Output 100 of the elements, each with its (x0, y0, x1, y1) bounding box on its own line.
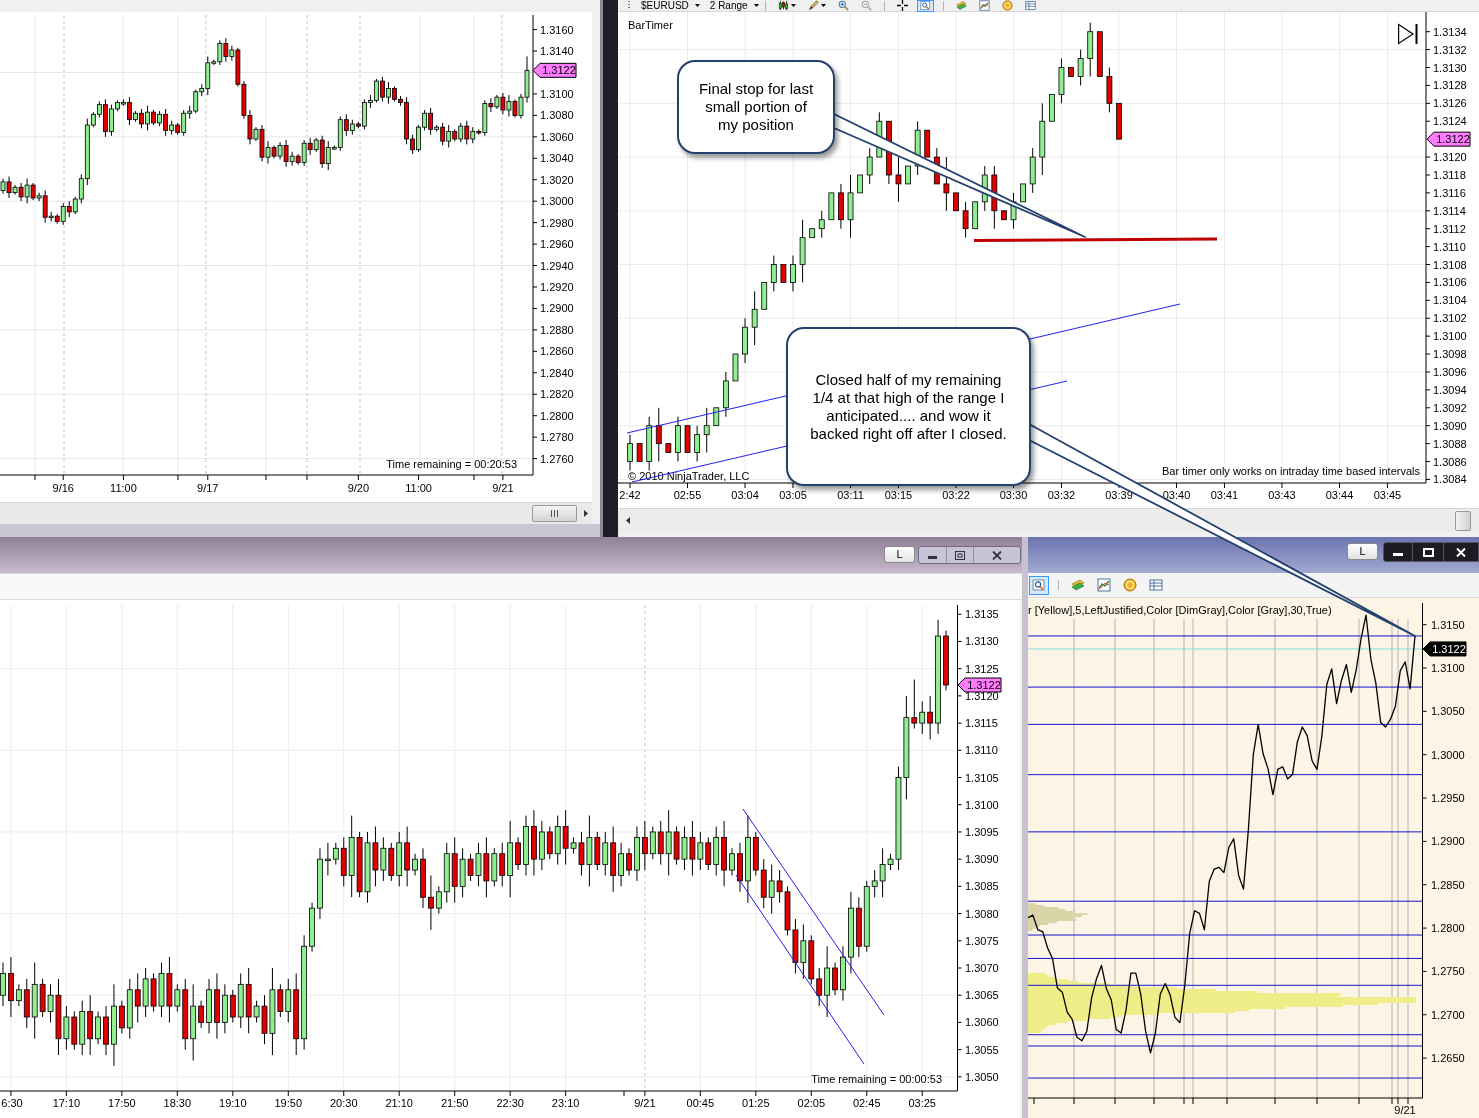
price-label: 1.3080 (965, 907, 999, 920)
candlestick (515, 836, 521, 871)
price-label: 1.3096 (1433, 365, 1467, 378)
time-label: 19:10 (219, 1097, 247, 1109)
candlestick (435, 885, 442, 915)
coin-icon (1123, 578, 1137, 592)
price-label: 1.3110 (965, 744, 998, 757)
time-label: 9/16 (52, 482, 74, 494)
price-label: 1.3085 (965, 880, 999, 893)
price-label: 1.3080 (540, 109, 574, 122)
title-bar-button[interactable]: L (1347, 543, 1378, 560)
maximize-icon (1422, 547, 1434, 557)
price-label: 1.3114 (1433, 204, 1466, 217)
time-label: 9/21 (634, 1097, 656, 1109)
magnifier-icon (1032, 578, 1046, 592)
price-label: 1.2820 (540, 388, 574, 401)
scrollbar-thumb[interactable] (532, 505, 577, 522)
price-label: 1.3055 (965, 1043, 999, 1056)
scrollbar-thumb[interactable] (1455, 510, 1471, 531)
price-label: 1.3000 (1431, 748, 1465, 761)
price-label: 1.3105 (965, 771, 999, 784)
indicator-label: r [Yellow],5,LeftJustified,Color [DimGray],Color [Gray],30,True) (1028, 604, 1332, 616)
price-label: 1.2880 (540, 323, 574, 336)
time-label: 03:45 (1373, 489, 1402, 501)
candlestick (927, 695, 934, 740)
price-label: 1.3070 (965, 962, 999, 974)
price-label: 1.2800 (540, 409, 574, 422)
candlestick (866, 147, 873, 185)
price-label: 1.3132 (1433, 43, 1467, 56)
candlestick (0, 962, 6, 1007)
time-label: 03:30 (999, 489, 1028, 501)
price-label: 1.3100 (1431, 662, 1465, 674)
candlestick (546, 826, 553, 860)
time-label: 9/21 (1394, 1104, 1416, 1116)
time-label: 21:50 (440, 1097, 469, 1109)
callout-note: Closed half of my remaining 1/4 at that high of the range I anticipated.... and wow it backed right off after I closed. (786, 327, 1031, 486)
candlestick (602, 831, 609, 876)
price-label: 1.2860 (540, 345, 574, 358)
price-label: 1.3126 (1433, 97, 1467, 110)
restore-icon (955, 550, 965, 560)
price-label: 1.2700 (1431, 1008, 1465, 1021)
price-label: 1.2940 (540, 259, 574, 272)
price-label: 1.2800 (1431, 922, 1465, 935)
time-label: 03:43 (1268, 489, 1296, 501)
candlestick (919, 700, 926, 735)
time-label: 17:50 (108, 1097, 136, 1109)
candlestick (703, 407, 710, 454)
last-price-tag: 1.3122 (1422, 641, 1467, 657)
pencil-icon (807, 0, 819, 11)
instrument-dropdown[interactable]: $EURUSD (640, 0, 701, 12)
price-label: 1.2960 (540, 238, 574, 251)
price-label: 1.3086 (1433, 455, 1467, 468)
price-label: 1.3088 (1433, 437, 1467, 450)
candlestick (118, 1000, 125, 1034)
candlestick (655, 407, 662, 463)
chart-icon (1097, 578, 1111, 592)
price-label: 1.2920 (540, 281, 574, 293)
horizontal-scrollbar[interactable] (0, 502, 592, 524)
candlestick (641, 820, 648, 871)
horizontal-scrollbar[interactable] (618, 508, 1479, 532)
time-label: 17:10 (52, 1097, 81, 1109)
caret-down-icon (694, 4, 700, 7)
price-label: 1.3065 (965, 989, 999, 1002)
price-label: 1.3020 (540, 173, 574, 186)
candlestick (95, 1011, 101, 1045)
price-label: 1.2900 (1431, 835, 1465, 848)
price-label: 1.3112 (1433, 222, 1466, 235)
timer-text: Time remaining = 00:00:53 (811, 1073, 942, 1085)
price-label: 1.3110 (1433, 240, 1466, 253)
time-label: 11:00 (110, 482, 137, 494)
zoom-in-icon (837, 0, 849, 11)
candlestick (627, 434, 633, 471)
candlestick (895, 156, 902, 203)
grip-icon (551, 510, 558, 517)
caret-left-icon[interactable] (626, 517, 630, 524)
price-label: 1.2750 (1431, 965, 1465, 978)
price-label: 1.3075 (965, 934, 999, 947)
candlestick (1077, 49, 1084, 86)
price-label: 1.3108 (1433, 258, 1467, 271)
price-label: 1.3130 (1433, 61, 1467, 74)
candlestick (618, 842, 624, 887)
price-label: 1.3118 (1433, 168, 1466, 181)
candlestick (428, 874, 434, 931)
caret-right-icon[interactable] (584, 510, 588, 517)
table-icon (1149, 578, 1163, 592)
candlestick (198, 1000, 205, 1029)
time-label: 11:00 (405, 482, 432, 494)
time-label: 2:42 (619, 489, 641, 501)
skip-to-end-icon[interactable] (1398, 23, 1418, 45)
interval-dropdown[interactable]: 2 Range (708, 0, 760, 12)
price-label: 1.3106 (1433, 276, 1467, 289)
price-label: 1.3100 (1433, 330, 1467, 343)
minimize-icon (928, 556, 937, 559)
toolbar-button[interactable] (1029, 575, 1049, 595)
time-label: 23:10 (551, 1097, 580, 1109)
candlestick (751, 290, 758, 346)
price-label: 1.3160 (540, 23, 574, 36)
title-bar-button[interactable]: L (884, 546, 915, 563)
candlestick (229, 989, 236, 1023)
caret-down-icon (820, 4, 826, 7)
